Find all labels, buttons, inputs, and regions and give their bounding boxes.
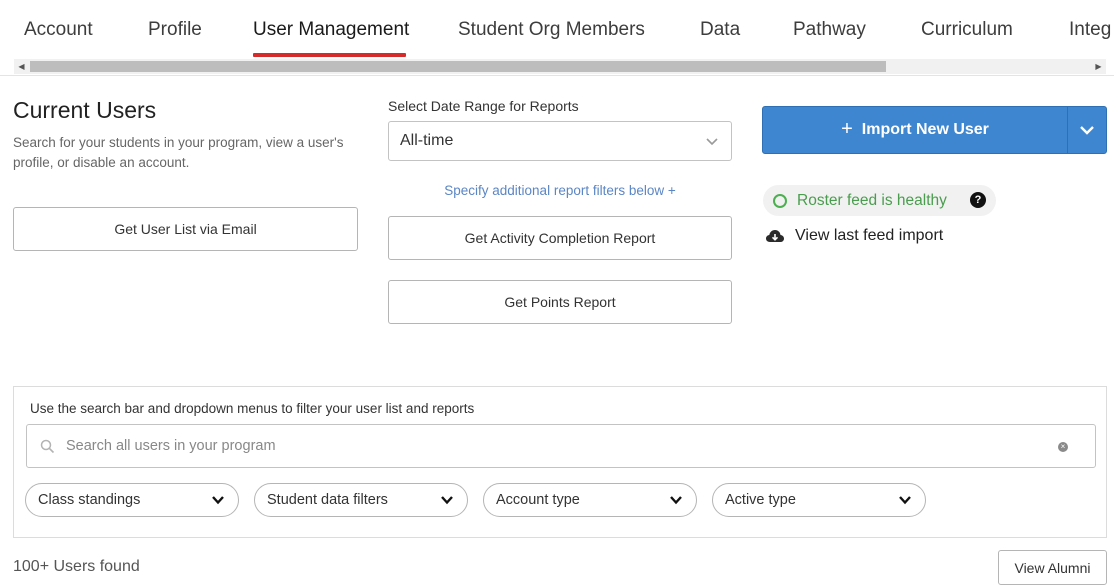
users-found-count: 100+ Users found <box>13 558 140 575</box>
view-alumni-button[interactable]: View Alumni <box>998 550 1107 585</box>
search-icon <box>40 439 55 454</box>
student-data-filters-dropdown[interactable]: Student data filters <box>254 483 468 517</box>
chevron-down-icon <box>1080 126 1094 135</box>
tab-pathway[interactable]: Pathway <box>793 19 866 41</box>
tab-data[interactable]: Data <box>700 19 740 41</box>
view-last-feed-import-link[interactable]: View last feed import <box>765 227 943 245</box>
active-type-label: Active type <box>725 492 796 508</box>
date-range-select[interactable]: All-time <box>388 121 732 161</box>
import-new-user-split-button: + Import New User <box>762 106 1107 154</box>
class-standings-dropdown[interactable]: Class standings <box>25 483 239 517</box>
date-range-label: Select Date Range for Reports <box>388 98 579 114</box>
activity-completion-report-button[interactable]: Get Activity Completion Report <box>388 216 732 260</box>
feed-link-label: View last feed import <box>795 227 944 244</box>
chevron-down-icon <box>212 496 224 505</box>
scrollbar-thumb[interactable] <box>30 61 886 72</box>
account-type-label: Account type <box>496 492 580 508</box>
get-user-list-email-button[interactable]: Get User List via Email <box>13 207 358 251</box>
tab-student-org-members[interactable]: Student Org Members <box>458 19 645 41</box>
tab-profile[interactable]: Profile <box>148 19 202 41</box>
active-type-dropdown[interactable]: Active type <box>712 483 926 517</box>
header-divider <box>0 75 1114 76</box>
date-range-value: All-time <box>400 132 454 149</box>
page-title: Current Users <box>13 97 157 123</box>
help-icon[interactable]: ? <box>970 192 986 208</box>
search-box: × <box>26 424 1096 468</box>
import-new-user-label: Import New User <box>861 121 989 138</box>
cloud-download-icon <box>766 230 784 242</box>
scroll-right-arrow-icon[interactable]: ▶ <box>1091 59 1106 74</box>
search-input[interactable] <box>66 435 1026 457</box>
roster-status-text: Roster feed is healthy <box>797 191 947 209</box>
tab-user-management[interactable]: User Management <box>253 19 409 41</box>
page-description: Search for your students in your program… <box>13 135 344 170</box>
points-report-button[interactable]: Get Points Report <box>388 280 732 324</box>
scroll-left-arrow-icon[interactable]: ◀ <box>14 59 29 74</box>
class-standings-label: Class standings <box>38 492 141 508</box>
tab-scrollbar[interactable]: ◀ ▶ <box>14 59 1106 74</box>
tab-curriculum[interactable]: Curriculum <box>921 19 1013 41</box>
chevron-down-icon <box>441 496 453 505</box>
clear-search-icon[interactable]: × <box>1058 442 1068 452</box>
import-options-dropdown[interactable] <box>1068 107 1106 153</box>
tab-account[interactable]: Account <box>24 19 93 41</box>
tab-integrations[interactable]: Integ <box>1069 19 1111 41</box>
filter-instructions: Use the search bar and dropdown menus to… <box>30 401 475 416</box>
plus-icon: + <box>841 117 853 140</box>
student-data-filters-label: Student data filters <box>267 492 388 508</box>
status-circle-icon <box>773 193 787 208</box>
chevron-down-icon <box>899 496 911 505</box>
chevron-down-icon <box>670 496 682 505</box>
report-filters-link[interactable]: Specify additional report filters below … <box>388 183 732 198</box>
chevron-down-icon <box>706 138 718 146</box>
filter-panel: Use the search bar and dropdown menus to… <box>13 386 1107 538</box>
tab-bar: Account Profile User Management Student … <box>0 0 1114 58</box>
active-tab-indicator <box>253 53 406 57</box>
import-new-user-button[interactable]: + Import New User <box>763 107 1067 153</box>
roster-status-badge: Roster feed is healthy ? <box>763 185 996 216</box>
account-type-dropdown[interactable]: Account type <box>483 483 697 517</box>
